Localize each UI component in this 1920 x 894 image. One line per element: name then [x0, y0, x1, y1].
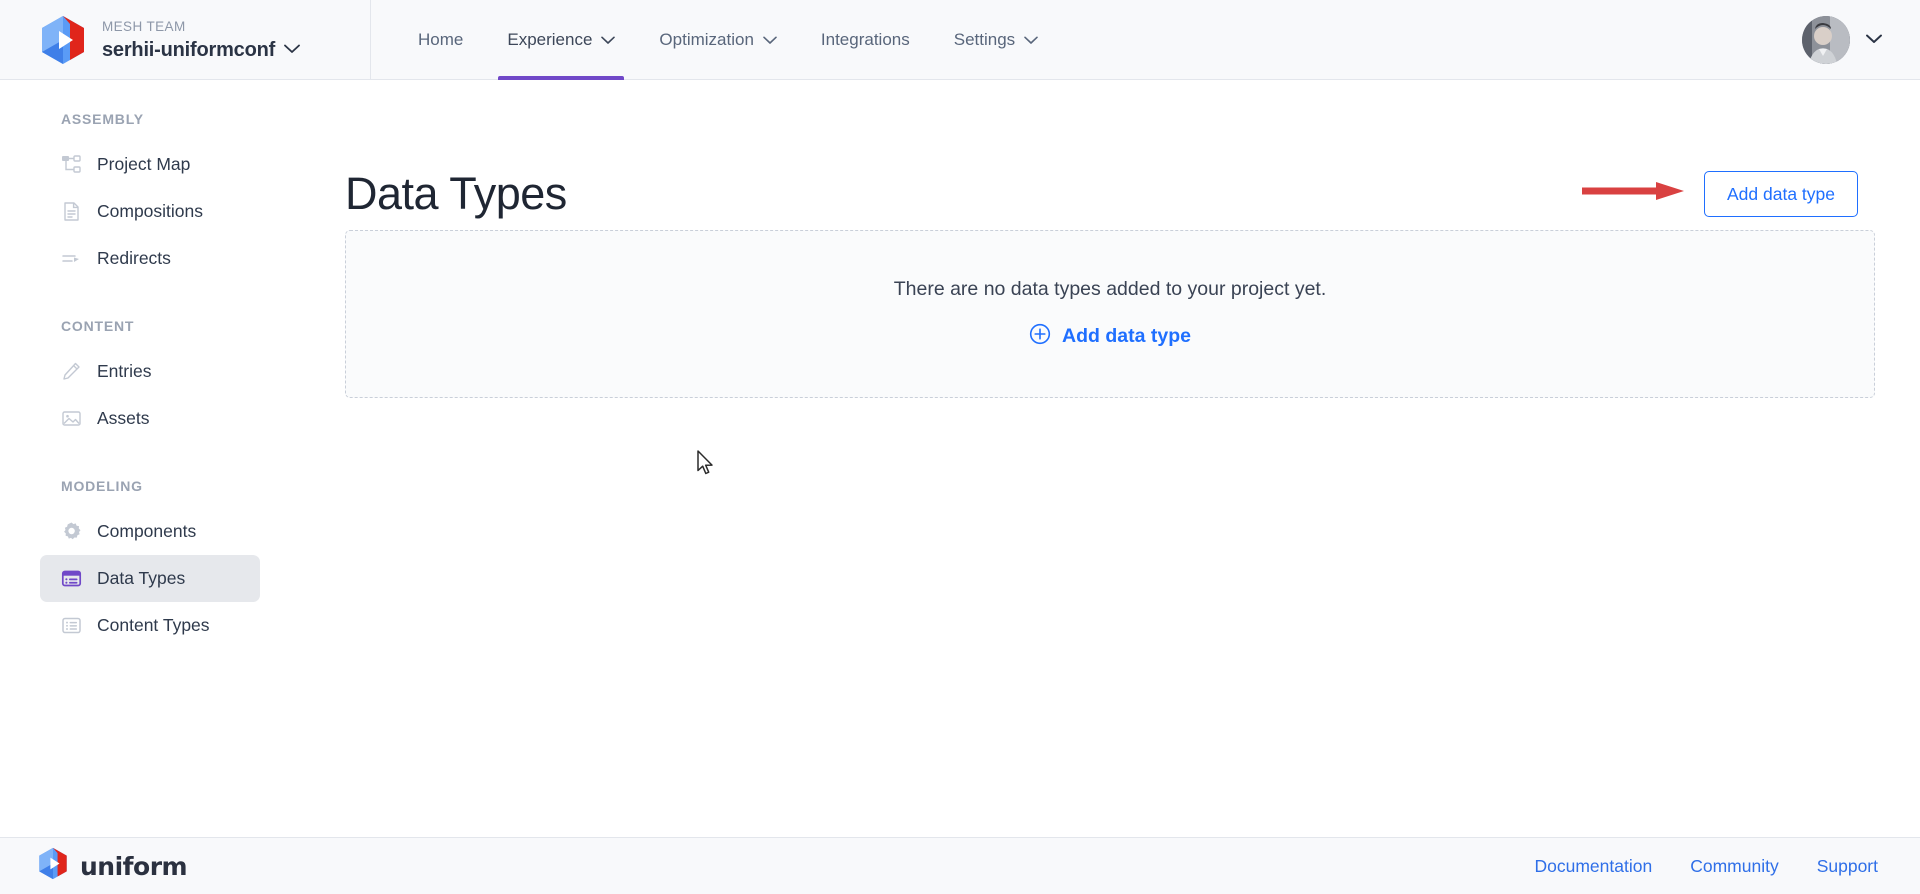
nav-item-home[interactable]: Home [396, 0, 485, 80]
sidebar-item-label: Entries [97, 361, 152, 381]
user-menu[interactable] [1802, 0, 1920, 79]
database-rows-icon [61, 568, 82, 589]
plus-circle-icon [1029, 323, 1051, 351]
sidebar-item-data-types[interactable]: Data Types [40, 555, 260, 602]
sidebar-group-label: ASSEMBLY [61, 111, 144, 127]
chevron-down-icon [601, 30, 616, 50]
sidebar-item-label: Compositions [97, 201, 204, 221]
footer-wordmark: uniform [80, 851, 188, 881]
top-bar: MESH TEAM serhii-uniformconf Home Experi… [0, 0, 1920, 80]
footer-links: Documentation Community Support [1534, 856, 1878, 877]
nav-item-label: Experience [507, 30, 593, 49]
sidebar-item-label: Components [97, 521, 197, 541]
project-switch-chevron-down-icon[interactable] [284, 41, 300, 59]
add-data-type-link-label: Add data type [1062, 325, 1191, 347]
avatar[interactable] [1802, 15, 1850, 64]
list-icon [61, 615, 82, 636]
nav-item-label: Home [418, 30, 464, 49]
project-name: serhii-uniformconf [102, 38, 276, 61]
sidebar-item-label: Redirects [97, 248, 171, 268]
page-header: Data Types Add data type [300, 81, 1920, 221]
sidebar-item-redirects[interactable]: Redirects [40, 235, 260, 282]
footer-logo: uniform [38, 847, 188, 885]
add-data-type-button[interactable]: Add data type [1704, 170, 1858, 217]
sidebar-item-label: Content Types [97, 615, 210, 635]
sidebar-item-project-map[interactable]: Project Map [40, 141, 260, 188]
nav-item-settings[interactable]: Settings [932, 0, 1060, 80]
sidebar-group-assembly: ASSEMBLY Project Map Compositions Redire… [0, 111, 300, 282]
empty-state-panel: There are no data types added to your pr… [345, 230, 1875, 398]
image-icon [61, 408, 82, 429]
arrow-redirect-icon [61, 248, 82, 269]
footer: uniform Documentation Community Support [0, 837, 1920, 894]
sidebar-item-assets[interactable]: Assets [40, 395, 260, 442]
nav-item-experience[interactable]: Experience [485, 0, 637, 80]
pencil-icon [61, 361, 82, 382]
annotation-arrow-icon [1580, 178, 1690, 209]
uniform-hex-logo-icon [40, 15, 86, 65]
team-label: MESH TEAM [102, 18, 186, 34]
sidebar-group-modeling: MODELING Components Data Types Content T… [0, 478, 300, 649]
page-title: Data Types [345, 167, 567, 219]
chevron-down-icon [763, 30, 777, 50]
nav-item-label: Integrations [820, 30, 910, 49]
gear-icon [61, 521, 82, 542]
nav-item-integrations[interactable]: Integrations [799, 0, 932, 80]
sidebar-item-label: Assets [97, 408, 150, 428]
sidebar: ASSEMBLY Project Map Compositions Redire… [0, 81, 300, 837]
footer-link-documentation[interactable]: Documentation [1534, 856, 1652, 877]
nav-item-optimization[interactable]: Optimization [637, 0, 798, 80]
brand-block[interactable]: MESH TEAM serhii-uniformconf [0, 0, 371, 80]
main-content: Data Types Add data type There are no da… [300, 81, 1920, 837]
mouse-pointer-icon [697, 450, 717, 483]
document-icon [61, 201, 82, 222]
uniform-hex-logo-icon [38, 847, 68, 885]
sidebar-group-label: CONTENT [61, 318, 135, 334]
sidebar-item-label: Project Map [97, 154, 191, 174]
nav-item-label: Optimization [659, 30, 754, 49]
sidebar-group-label: MODELING [61, 478, 143, 494]
sidebar-item-content-types[interactable]: Content Types [40, 602, 260, 649]
empty-state-message: There are no data types added to your pr… [893, 277, 1327, 300]
sidebar-item-compositions[interactable]: Compositions [40, 188, 260, 235]
footer-link-community[interactable]: Community [1690, 856, 1779, 877]
sitemap-icon [61, 154, 82, 175]
sidebar-item-components[interactable]: Components [40, 508, 260, 555]
chevron-down-icon [1024, 30, 1038, 50]
footer-link-support[interactable]: Support [1817, 856, 1878, 877]
sidebar-item-label: Data Types [97, 568, 186, 588]
add-data-type-link[interactable]: Add data type [1029, 323, 1191, 351]
sidebar-item-entries[interactable]: Entries [40, 348, 260, 395]
page-header-actions: Add data type [1580, 170, 1858, 217]
sidebar-group-content: CONTENT Entries Assets [0, 318, 300, 442]
nav-item-label: Settings [953, 30, 1016, 49]
main-navigation: Home Experience Optimization Integration… [371, 0, 1060, 80]
user-menu-chevron-down-icon[interactable] [1866, 31, 1882, 49]
